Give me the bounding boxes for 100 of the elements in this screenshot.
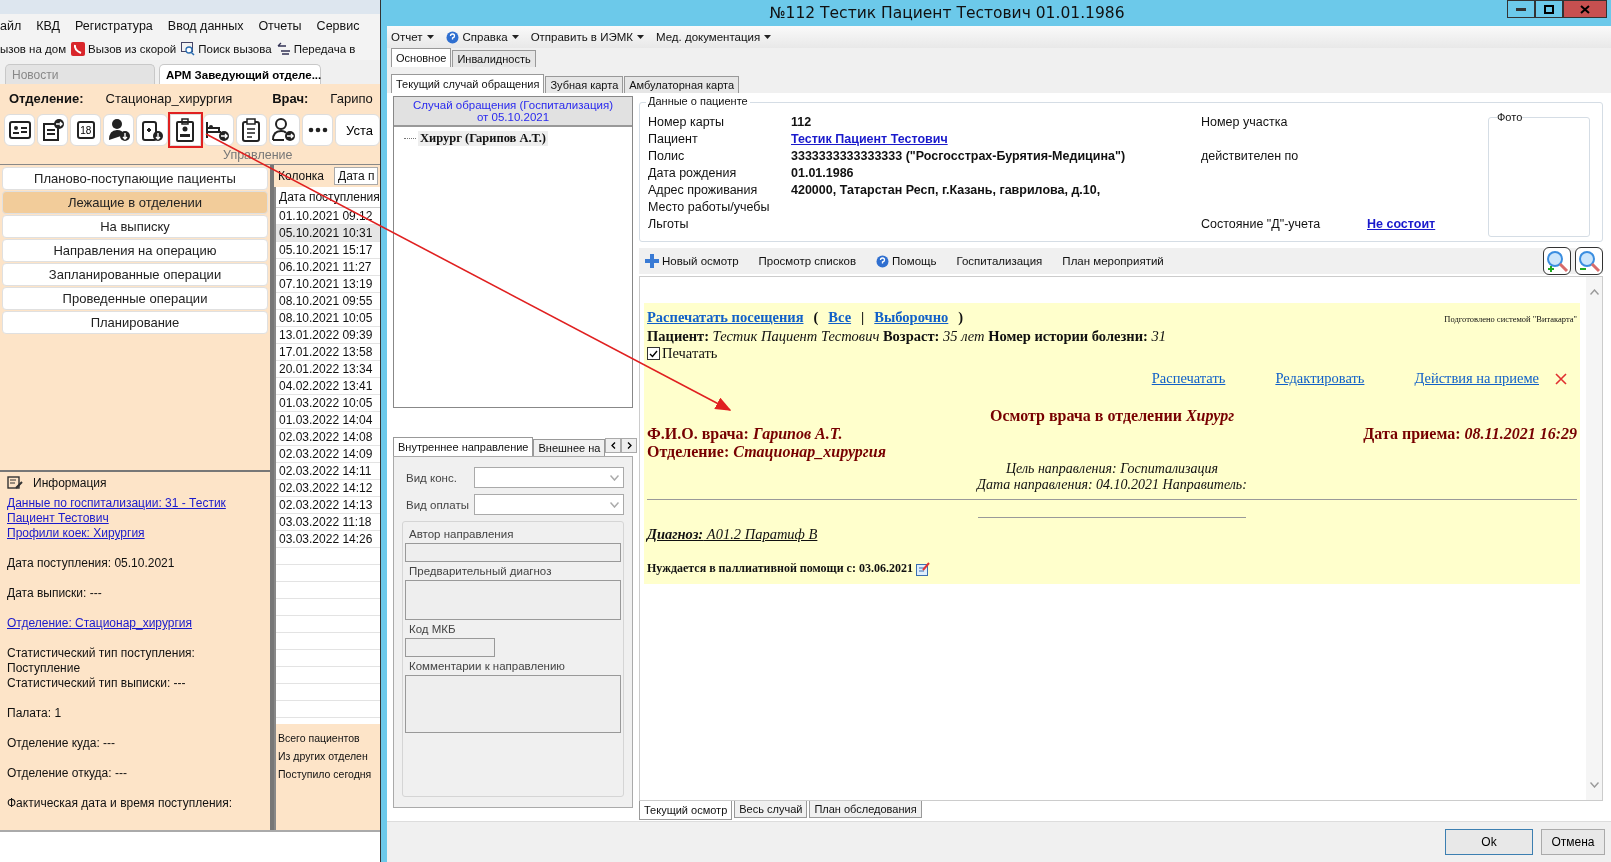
menu-item[interactable]: Отправить в ИЭМК (530, 31, 644, 43)
info-link[interactable]: Данные по госпитализации: 31 - Тестик Пациент Тестович (7, 496, 263, 526)
toolbar-button[interactable] (169, 114, 201, 146)
menu-item[interactable]: Справка (445, 30, 519, 44)
input-field[interactable] (405, 580, 621, 620)
toolbar-button[interactable]: Поиск вызова (181, 42, 272, 56)
dialog-button[interactable]: Ok (1445, 829, 1533, 855)
column-select[interactable]: Дата п (334, 167, 379, 185)
tab[interactable]: АРМ Заведующий отделе... (159, 64, 321, 84)
info-title: Информация (33, 476, 107, 490)
nav-item[interactable]: Проведенные операции (2, 287, 268, 310)
menu-item[interactable]: КВД (36, 19, 61, 33)
menu-item[interactable]: Ввод данных (167, 19, 244, 33)
menu-item[interactable]: айл (0, 19, 22, 33)
help-icon (445, 30, 459, 44)
info-text: Дата выписки: --- (7, 586, 103, 601)
menu-item[interactable]: Мед. документация (655, 31, 772, 43)
toolbar-button[interactable]: Передача в (276, 42, 356, 56)
plus-icon (645, 254, 659, 268)
menu-item[interactable]: Регистратура (75, 19, 153, 33)
tab[interactable]: Текущий осмотр (639, 801, 733, 820)
tab[interactable]: Основное (391, 48, 452, 67)
toolbar-button[interactable] (202, 114, 234, 146)
doctor-line: Ф.И.О. врача: Гарипов А.Т. (647, 425, 843, 443)
maximize-button[interactable] (1535, 0, 1563, 18)
toolbar-button[interactable] (4, 114, 36, 146)
toolbar-button[interactable]: План мероприятий (1062, 255, 1164, 267)
delete-icon[interactable] (1555, 372, 1567, 385)
tree-item[interactable]: Хирург (Гарипов А.Т.) (418, 131, 548, 146)
toolbar-button[interactable] (268, 114, 300, 146)
tab[interactable]: Весь случай (734, 801, 808, 818)
print-checkbox[interactable] (647, 347, 660, 360)
toolbar-button[interactable]: ызов на дом (0, 43, 67, 55)
toolbar-button[interactable] (103, 114, 135, 146)
toolbar-button[interactable]: Новый осмотр (645, 254, 739, 268)
field-label: Автор направления (408, 528, 515, 540)
field-value: 112 (791, 114, 812, 129)
edit-icon[interactable] (915, 561, 930, 576)
nav-item[interactable]: Планирование (2, 311, 268, 334)
department-value: Стационар_хирургия (105, 90, 233, 106)
nav-item[interactable]: Лежащие в отделении (2, 191, 268, 214)
chevron-right-icon (626, 442, 632, 449)
menu-item[interactable]: Сервис (316, 19, 360, 33)
tab[interactable]: Зубная карта (545, 76, 624, 93)
info-link[interactable]: Отделение: Стационар_хирургия (7, 616, 263, 631)
toolbar-button[interactable]: Просмотр списков (758, 255, 857, 267)
field-label: Вид оплаты (405, 498, 470, 511)
all-link[interactable]: Все (828, 309, 852, 326)
field-label: Полис (648, 148, 686, 163)
caret-icon (636, 35, 644, 39)
zoom-out-button[interactable] (1575, 247, 1603, 275)
toolbar-button[interactable]: Вызов из скорой (71, 42, 177, 56)
info-text: Палата: 1 (7, 706, 63, 721)
toolbar-button[interactable] (302, 114, 334, 146)
info-text: Отделение куда: --- (7, 736, 117, 751)
print-visits-link[interactable]: Распечатать посещения (647, 309, 804, 326)
tab[interactable]: Внешнее на (533, 439, 606, 456)
toolbar-button[interactable]: Помощь (876, 254, 937, 268)
toolbar-button[interactable]: Госпитализация (956, 255, 1043, 267)
tab[interactable]: Внутреннее направление (393, 437, 534, 456)
case-header[interactable]: Случай обращения (Госпитализация) от 05.10.2021 (394, 97, 632, 127)
minimize-button[interactable] (1507, 0, 1535, 18)
scrollbar[interactable] (1586, 277, 1602, 800)
toolbar-button[interactable]: 18 (70, 114, 102, 146)
menu-item[interactable]: Отчет (391, 31, 434, 43)
tab[interactable]: Текущий случай обращения (391, 74, 545, 93)
tab[interactable]: План обследования (809, 801, 922, 818)
close-button[interactable] (1563, 0, 1607, 18)
scroll-right-button[interactable] (621, 438, 638, 453)
dialog-button[interactable]: Отмена (1541, 829, 1605, 855)
patient-link[interactable]: Тестик Пациент Тестович (791, 131, 948, 146)
input-field[interactable] (405, 638, 495, 657)
settings-button[interactable]: Уста (335, 114, 380, 146)
diagnosis-text: Диагноз: A01.2 Паратиф В (647, 526, 819, 543)
input-field[interactable] (405, 543, 621, 562)
info-link[interactable]: Профили коек: Хирургия (7, 526, 263, 541)
table-cell[interactable]: 05.10.2021 10:31 (276, 225, 380, 242)
case-title: от 05.10.2021 (476, 111, 550, 123)
nav-item[interactable]: Направления на операцию (2, 239, 268, 262)
status-link[interactable]: Не состоит (1367, 216, 1436, 231)
dropdown-field[interactable] (474, 494, 624, 515)
note-icon (7, 476, 23, 490)
selective-link[interactable]: Выборочно (874, 309, 949, 326)
toolbar-button[interactable] (235, 114, 267, 146)
nav-item[interactable]: Запланированные операции (2, 263, 268, 286)
action-link[interactable]: Распечатать (1151, 370, 1226, 387)
nav-item[interactable]: Планово-поступающие пациенты (2, 167, 268, 190)
dropdown-field[interactable] (474, 467, 624, 488)
tab[interactable]: Инвалидность (452, 50, 536, 67)
field-label: Код МКБ (408, 623, 457, 635)
toolbar-button[interactable] (136, 114, 168, 146)
menu-item[interactable]: Отчеты (258, 19, 302, 33)
action-link[interactable]: Редактировать (1275, 370, 1365, 387)
input-field[interactable] (405, 675, 621, 733)
action-link[interactable]: Действия на приеме (1414, 370, 1539, 387)
tab[interactable]: Амбулаторная карта (624, 76, 740, 93)
scroll-left-button[interactable] (605, 438, 622, 453)
nav-item[interactable]: На выписку (2, 215, 268, 238)
zoom-in-button[interactable] (1543, 247, 1571, 275)
toolbar-button[interactable] (37, 114, 69, 146)
